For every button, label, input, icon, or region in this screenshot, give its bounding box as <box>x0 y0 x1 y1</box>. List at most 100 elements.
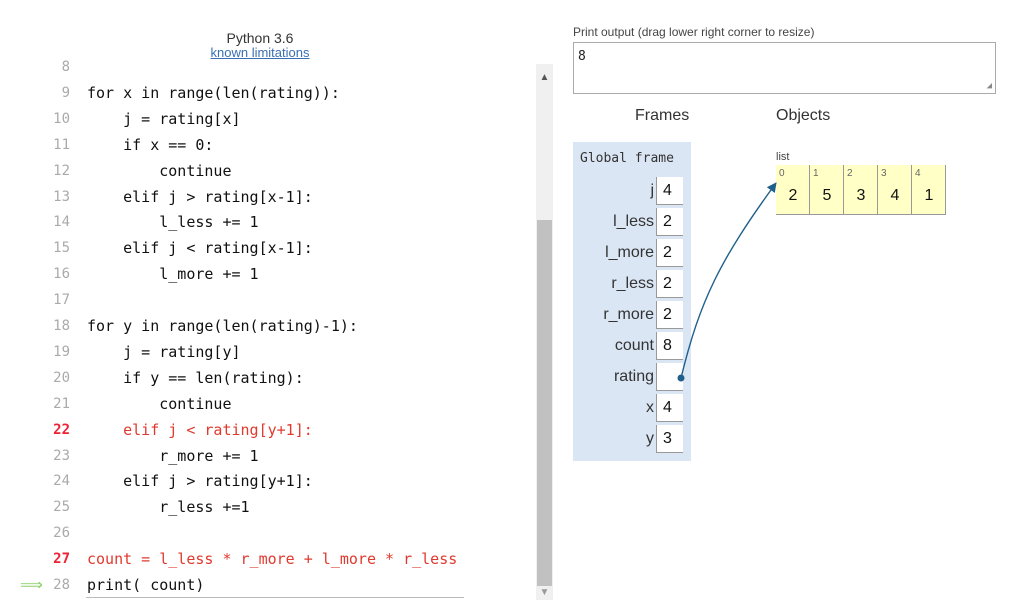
code-text: l_more += 1 <box>87 265 259 284</box>
line-number[interactable]: 14 <box>30 209 70 235</box>
code-text: continue <box>87 394 232 413</box>
code-line: 12 continue <box>0 158 534 184</box>
code-text: elif j > rating[x-1]: <box>87 187 313 206</box>
list-index: 3 <box>881 168 887 179</box>
var-value: 2 <box>656 239 683 267</box>
frame-var-j: j4 <box>573 176 691 207</box>
code-line: 22 elif j < rating[y+1]: <box>0 417 534 443</box>
code-line: 13 elif j > rating[x-1]: <box>0 184 534 210</box>
frame-var-r-less: r_less 2 <box>573 269 691 300</box>
code-line: 10 j = rating[x] <box>0 106 534 132</box>
print-output-box[interactable]: 8 ◢ <box>573 42 996 94</box>
list-index: 4 <box>915 168 921 179</box>
code-line: 8 <box>0 58 534 80</box>
code-line: 27 count = l_less * r_more + l_more * r_l… <box>0 546 534 572</box>
line-number[interactable]: 19 <box>30 339 70 365</box>
var-value: 2 <box>656 208 683 236</box>
line-number[interactable]: 11 <box>30 132 70 158</box>
global-frame: Global frame j 4 l_less 2 l_more 2 r_less 2 r_mo… <box>573 142 691 461</box>
objects-heading: Objects <box>776 107 831 124</box>
line-number[interactable]: 20 <box>30 365 70 391</box>
code-line: 25 r_less +=1 <box>0 494 534 520</box>
list-value: 1 <box>924 187 934 204</box>
frame-var-l-less: l_less 2 <box>573 207 691 238</box>
line-number[interactable]: 17 <box>30 287 70 313</box>
list-index: 1 <box>813 168 819 179</box>
code-view: 8 9 for x in range(len(rating)): 10 j = rat… <box>0 58 534 598</box>
line-number[interactable]: 27 <box>30 546 70 572</box>
code-divider <box>86 597 464 598</box>
list-type-label: list <box>776 151 790 163</box>
code-line: ⟹ 28 print( count) <box>0 572 534 598</box>
print-output-value: 8 <box>578 49 586 64</box>
code-text: for y in range(len(rating)-1): <box>87 317 358 335</box>
list-value: 2 <box>788 187 798 204</box>
code-text: for x in range(len(rating)): <box>87 83 340 102</box>
line-number[interactable]: 22 <box>30 417 70 443</box>
list-cell: 41 <box>912 165 946 215</box>
line-number[interactable]: 15 <box>30 235 70 261</box>
line-number[interactable]: 16 <box>30 261 70 287</box>
frame-var-count: count 8 <box>573 331 691 362</box>
var-name: l_less <box>613 213 654 230</box>
var-value: 2 <box>656 270 683 298</box>
frame-var-y: y3 <box>573 424 691 455</box>
code-line: 11 if x == 0: <box>0 132 534 158</box>
code-text: j = rating[x] <box>87 109 241 128</box>
list-cell: 02 <box>776 165 810 215</box>
var-name: j <box>650 182 654 199</box>
code-line: 19 j = rating[y] <box>0 339 534 365</box>
list-value: 4 <box>890 187 900 204</box>
code-text: r_less +=1 <box>87 498 250 517</box>
code-line: 14 l_less += 1 <box>0 209 534 235</box>
list-index: 0 <box>779 168 785 179</box>
line-number[interactable]: 10 <box>30 106 70 132</box>
var-name: r_less <box>611 275 654 292</box>
line-number[interactable]: 12 <box>30 158 70 184</box>
line-number[interactable]: 26 <box>30 520 70 546</box>
resize-grip-icon[interactable]: ◢ <box>987 81 992 91</box>
code-text: r_more += 1 <box>87 446 259 465</box>
code-text: count = l_less * r_more + l_more * r_les… <box>87 550 458 569</box>
code-line: 17 <box>0 287 534 313</box>
line-number[interactable]: 23 <box>30 443 70 469</box>
code-line: 9 for x in range(len(rating)): <box>0 80 534 106</box>
frames-heading: Frames <box>635 107 690 124</box>
line-number[interactable]: 8 <box>30 58 70 80</box>
line-number[interactable]: 13 <box>30 184 70 210</box>
code-text: j = rating[y] <box>87 342 241 361</box>
frame-var-rating: rating <box>573 362 691 393</box>
var-name: count <box>614 337 654 354</box>
line-number[interactable]: 28 <box>30 572 70 598</box>
var-value: 4 <box>656 177 683 205</box>
frame-var-r-more: r_more 2 <box>573 300 691 331</box>
code-line: 26 <box>0 520 534 546</box>
var-value: 2 <box>656 301 683 329</box>
line-number[interactable]: 9 <box>30 80 70 106</box>
code-text: continue <box>87 161 232 180</box>
code-text: elif j > rating[y+1]: <box>87 472 313 491</box>
var-name: rating <box>613 368 654 385</box>
code-line: 15 elif j < rating[x-1]: <box>0 235 534 261</box>
var-name: x <box>646 399 654 416</box>
code-line: 20 if y == len(rating): <box>0 365 534 391</box>
line-number[interactable]: 25 <box>30 494 70 520</box>
code-text: elif j < rating[x-1]: <box>87 239 313 258</box>
code-line: 21 continue <box>0 391 534 417</box>
list-index: 2 <box>847 168 853 179</box>
code-line: 16 l_more += 1 <box>0 261 534 287</box>
var-value <box>656 363 683 391</box>
line-number[interactable]: 18 <box>30 313 70 339</box>
line-number[interactable]: 24 <box>30 468 70 494</box>
code-panel: Python 3.6 known limitations 8 9 for x in … <box>0 0 555 600</box>
python-version: Python 3.6 <box>226 30 294 46</box>
code-scrollbar[interactable]: ▲ ▼ <box>536 64 553 600</box>
code-line: 24 elif j > rating[y+1]: <box>0 468 534 494</box>
list-value: 3 <box>856 187 866 204</box>
scrollbar-thumb[interactable] <box>537 220 552 586</box>
list-cell: 34 <box>878 165 912 215</box>
line-number[interactable]: 21 <box>30 391 70 417</box>
scroll-down-icon[interactable]: ▼ <box>536 587 553 598</box>
var-value: 8 <box>656 332 683 360</box>
scroll-up-icon[interactable]: ▲ <box>536 72 553 83</box>
